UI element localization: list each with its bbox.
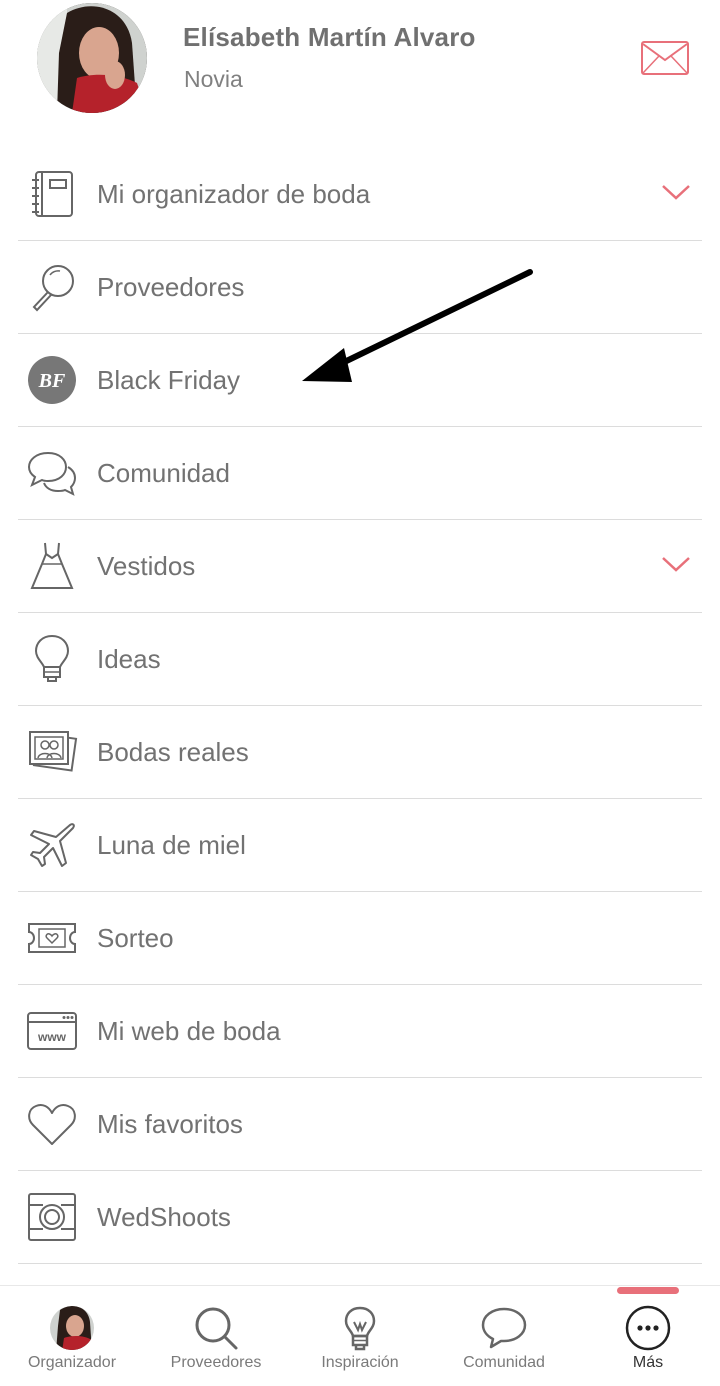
menu-item-luna-de-miel[interactable]: Luna de miel (18, 799, 702, 892)
menu-item-label: Bodas reales (97, 737, 249, 767)
notebook-icon (32, 171, 73, 217)
chevron-down-icon[interactable] (660, 554, 692, 574)
nav-tab-organizador[interactable]: Organizador (0, 1286, 144, 1386)
menu-item-label: Ideas (97, 644, 161, 674)
ticket-icon (28, 923, 76, 953)
more-icon (625, 1305, 671, 1351)
photos-icon (29, 731, 78, 772)
menu-item-web-de-boda[interactable]: www Mi web de boda (18, 985, 702, 1078)
menu-item-label: Black Friday (97, 365, 241, 395)
search-icon (195, 1307, 238, 1350)
menu-item-label: Mi organizador de boda (97, 179, 371, 209)
mail-button[interactable] (640, 40, 690, 76)
chat-bubbles-icon (27, 451, 77, 496)
airplane-icon (30, 823, 75, 867)
profile-header: Elísabeth Martín Alvaro Novia (0, 0, 720, 140)
dress-icon (30, 542, 74, 589)
nav-label: Proveedores (170, 1354, 262, 1371)
nav-tab-mas[interactable]: Más (576, 1286, 720, 1386)
menu-item-favoritos[interactable]: Mis favoritos (18, 1078, 702, 1171)
profile-avatar[interactable] (37, 3, 147, 113)
menu-item-label: Proveedores (97, 272, 245, 302)
annotation-arrow (302, 269, 533, 382)
menu-item-label: Vestidos (97, 551, 196, 581)
profile-name: Elísabeth Martín Alvaro (183, 22, 476, 52)
lightbulb-icon (34, 634, 70, 682)
menu-item-label: Mi web de boda (97, 1016, 281, 1046)
menu-item-comunidad[interactable]: Comunidad (18, 427, 702, 520)
magnifier-icon (32, 265, 74, 312)
menu-item-vestidos[interactable]: Vestidos (18, 520, 702, 613)
menu-item-bodas-reales[interactable]: Bodas reales (18, 706, 702, 799)
menu-item-wedshoots[interactable]: WedShoots (18, 1171, 702, 1264)
menu-item-sorteo[interactable]: Sorteo (18, 892, 702, 985)
chevron-down-icon[interactable] (660, 182, 692, 202)
menu-item-ideas[interactable]: Ideas (18, 613, 702, 706)
nav-label: Inspiración (321, 1354, 399, 1371)
avatar-icon (50, 1306, 94, 1350)
black-friday-badge-icon: BF (28, 356, 76, 404)
nav-tab-proveedores[interactable]: Proveedores (144, 1286, 288, 1386)
camera-icon (28, 1193, 76, 1241)
menu-item-label: Mis favoritos (97, 1109, 243, 1139)
heart-icon (28, 1103, 76, 1145)
nav-label: Más (632, 1354, 664, 1371)
active-tab-indicator (617, 1287, 679, 1294)
svg-text:www: www (37, 1030, 67, 1044)
nav-label: Organizador (27, 1354, 117, 1371)
menu-item-label: Luna de miel (97, 830, 246, 860)
menu-item-organizador[interactable]: Mi organizador de boda (18, 148, 702, 241)
envelope-icon (641, 41, 689, 75)
lightbulb-icon (344, 1306, 376, 1351)
svg-text:BF: BF (38, 370, 66, 392)
menu-item-label: WedShoots (97, 1202, 231, 1232)
menu-item-label: Comunidad (97, 458, 230, 488)
nav-label: Comunidad (463, 1354, 545, 1371)
bottom-nav: Organizador Proveedores Inspiración Comu… (0, 1285, 720, 1386)
chat-icon (481, 1307, 527, 1349)
menu-item-label: Sorteo (97, 923, 174, 953)
nav-tab-inspiracion[interactable]: Inspiración (288, 1286, 432, 1386)
nav-tab-comunidad[interactable]: Comunidad (432, 1286, 576, 1386)
profile-role: Novia (184, 66, 243, 92)
browser-www-icon: www (27, 1012, 77, 1050)
